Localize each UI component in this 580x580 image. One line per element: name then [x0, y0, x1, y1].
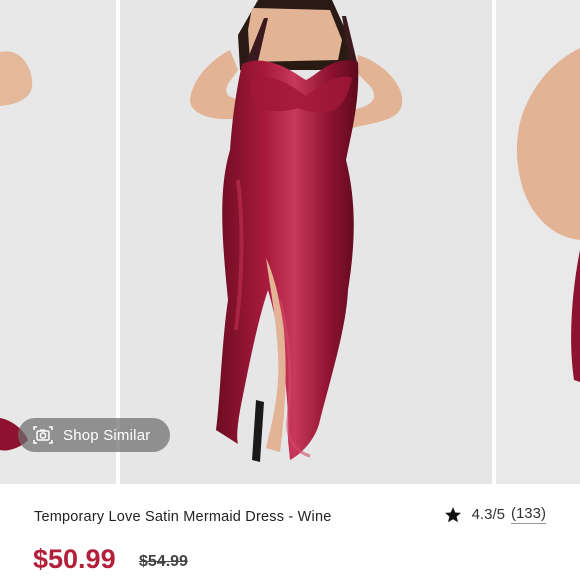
model-photo-next [496, 0, 580, 484]
original-price: $54.99 [139, 553, 188, 570]
model-photo-main [120, 0, 492, 484]
product-info: Temporary Love Satin Mermaid Dress - Win… [0, 484, 580, 580]
model-photo-previous [0, 0, 116, 484]
star-icon [444, 506, 462, 524]
product-rating[interactable]: 4.3/5 (133) [444, 505, 546, 524]
gallery-image-next[interactable] [496, 0, 580, 484]
product-image-gallery[interactable]: Shop Similar [0, 0, 580, 484]
sale-price: $50.99 [33, 544, 116, 574]
camera-icon [32, 426, 54, 444]
shop-similar-label: Shop Similar [63, 426, 151, 444]
rating-count-link[interactable]: (133) [510, 505, 546, 524]
rating-score: 4.3/5 [471, 506, 505, 523]
product-title[interactable]: Temporary Love Satin Mermaid Dress - Win… [34, 509, 332, 525]
gallery-image-previous[interactable] [0, 0, 116, 484]
gallery-image-main[interactable] [120, 0, 492, 484]
shop-similar-button[interactable]: Shop Similar [18, 418, 170, 452]
